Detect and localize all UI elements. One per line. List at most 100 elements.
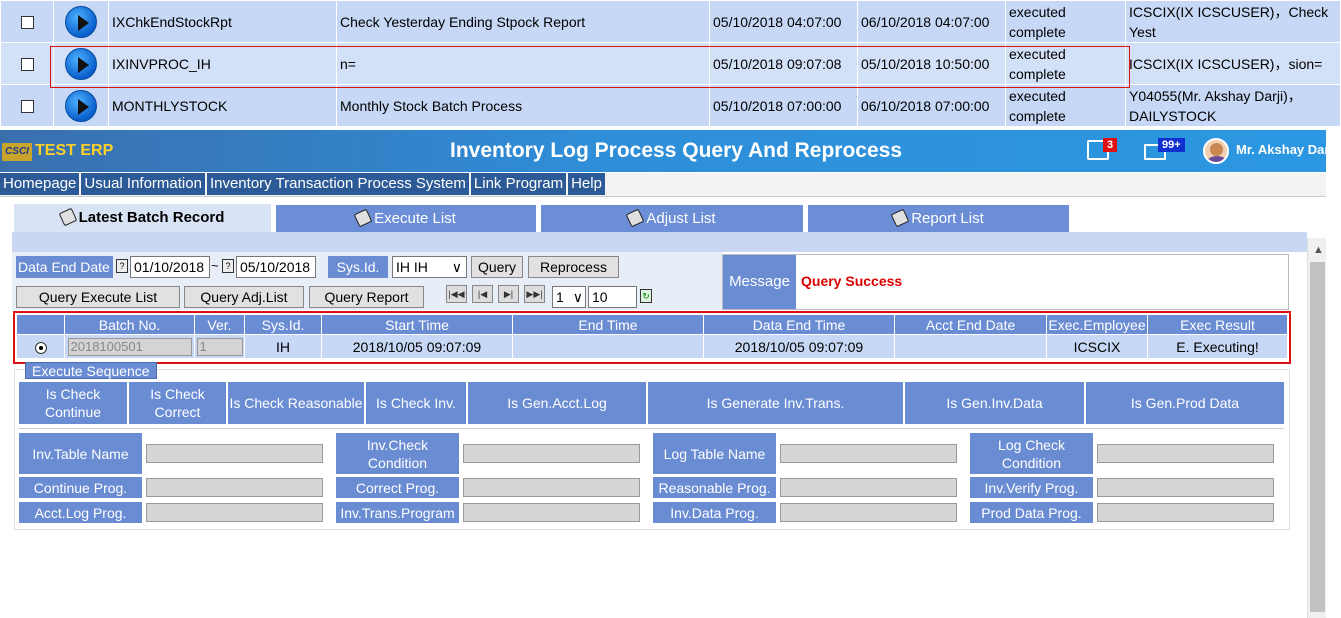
seq-header-generate-inv-trans: Is Generate Inv.Trans. — [648, 382, 903, 424]
seq-header-check-reasonable: Is Check Reasonable — [228, 382, 364, 424]
reasonable-prog-label: Reasonable Prog. — [653, 477, 776, 498]
reasonable-prog-field — [780, 478, 957, 497]
inv-table-name-field — [146, 444, 323, 463]
table-row[interactable]: 2018100501 1 IH 2018/10/05 09:07:09 2018… — [16, 334, 1288, 359]
query-report-button[interactable]: Query Report — [309, 286, 424, 308]
query-execute-list-button[interactable]: Query Execute List — [16, 286, 180, 308]
acct-log-prog-field — [146, 503, 323, 522]
log-check-condition-label: Log Check Condition — [970, 433, 1093, 474]
first-page-icon[interactable]: |◀◀ — [446, 285, 467, 303]
main-menu: Homepage Usual Information Inventory Tra… — [0, 173, 1326, 197]
correct-prog-label: Correct Prog. — [336, 477, 459, 498]
menu-usual-information[interactable]: Usual Information — [81, 173, 205, 195]
page-select[interactable]: 1 ∨ — [552, 286, 586, 308]
execute-sequence-title: Execute Sequence — [25, 362, 157, 379]
seq-header-check-continue: Is Check Continue — [19, 382, 127, 424]
continue-prog-field — [146, 478, 323, 497]
user-name[interactable]: Mr. Akshay Dar — [1236, 142, 1329, 157]
scroll-thumb[interactable] — [1310, 262, 1325, 612]
log-table-name-field — [780, 444, 957, 463]
col-header: Data End Time — [703, 314, 895, 335]
menu-inventory-transaction[interactable]: Inventory Transaction Process System — [206, 173, 469, 195]
play-icon[interactable] — [65, 47, 97, 80]
job-list-table: IXChkEndStockRpt Check Yesterday Ending … — [0, 0, 1341, 127]
end-time-cell — [512, 334, 704, 359]
job-end: 06/10/2018 04:07:00 — [857, 0, 1006, 43]
reprocess-button[interactable]: Reprocess — [528, 256, 619, 278]
menu-link-program[interactable]: Link Program — [470, 173, 567, 195]
row-radio[interactable] — [34, 341, 47, 354]
next-page-icon[interactable]: ▶| — [498, 285, 519, 303]
prev-page-icon[interactable]: |◀ — [472, 285, 493, 303]
divider — [18, 428, 1284, 429]
col-header — [16, 314, 65, 335]
query-button[interactable]: Query — [471, 256, 523, 278]
continue-prog-label: Continue Prog. — [19, 477, 142, 498]
inv-verify-prog-field — [1097, 478, 1274, 497]
col-header: End Time — [512, 314, 704, 335]
seq-header-gen-prod-data: Is Gen.Prod Data — [1086, 382, 1284, 424]
start-time-cell: 2018/10/05 09:07:09 — [321, 334, 513, 359]
row-checkbox[interactable] — [20, 100, 34, 114]
avatar[interactable] — [1203, 138, 1229, 164]
sysid-label: Sys.Id. — [328, 256, 388, 278]
sysid-select[interactable]: IH IH ∨ — [392, 256, 467, 278]
job-row[interactable]: MONTHLYSTOCK Monthly Stock Batch Process… — [0, 84, 1341, 127]
app-header: CSCI TEST ERP Inventory Log Process Quer… — [0, 130, 1329, 172]
job-desc: Monthly Stock Batch Process — [336, 84, 710, 127]
job-desc: n= — [336, 42, 710, 85]
job-row[interactable]: IXINVPROC_IH n= 05/10/2018 09:07:08 05/1… — [0, 42, 1341, 85]
notification-badge: 3 — [1103, 138, 1118, 152]
job-name: IXChkEndStockRpt — [108, 0, 337, 43]
tab-adjust-list[interactable]: Adjust List — [541, 205, 803, 233]
log-table-name-label: Log Table Name — [653, 433, 776, 474]
job-name: MONTHLYSTOCK — [108, 84, 337, 127]
scroll-up-icon[interactable]: ▲ — [1313, 244, 1324, 256]
date-from-input[interactable]: 01/10/2018 — [130, 256, 210, 278]
chevron-down-icon: ∨ — [572, 289, 583, 305]
log-check-condition-field — [1097, 444, 1274, 463]
company-logo: CSCI — [2, 143, 32, 161]
inv-data-prog-field — [780, 503, 957, 522]
tab-report-list[interactable]: Report List — [808, 205, 1069, 233]
refresh-icon[interactable]: ↻ — [640, 289, 652, 303]
tab-label: Report List — [911, 210, 984, 227]
job-status: executed complete — [1005, 42, 1126, 85]
play-icon[interactable] — [65, 5, 97, 38]
tab-icon — [626, 208, 645, 228]
message-badge: 99+ — [1158, 138, 1185, 152]
calendar-icon[interactable]: ? — [116, 259, 128, 273]
tab-latest-batch-record[interactable]: Latest Batch Record — [14, 204, 271, 234]
col-header: Start Time — [321, 314, 513, 335]
calendar-icon[interactable]: ? — [222, 259, 234, 273]
job-user: ICSCIX(IX ICSCUSER)，Check Yest — [1125, 0, 1341, 43]
vertical-scrollbar[interactable]: ▲ — [1307, 238, 1326, 618]
tab-strip — [12, 232, 1307, 252]
job-end: 05/10/2018 10:50:00 — [857, 42, 1006, 85]
last-page-icon[interactable]: ▶▶| — [524, 285, 545, 303]
tab-execute-list[interactable]: Execute List — [276, 205, 536, 233]
version-field: 1 — [196, 337, 243, 356]
data-end-time-cell: 2018/10/05 09:07:09 — [703, 334, 895, 359]
seq-header-check-inv: Is Check Inv. — [366, 382, 466, 424]
query-adj-list-button[interactable]: Query Adj.List — [184, 286, 304, 308]
message-text: Query Success — [801, 273, 903, 289]
page-value: 1 — [556, 289, 564, 305]
seq-header-gen-inv-data: Is Gen.Inv.Data — [905, 382, 1084, 424]
play-icon[interactable] — [65, 89, 97, 122]
inv-trans-program-field — [463, 503, 640, 522]
row-checkbox[interactable] — [20, 16, 34, 30]
job-row[interactable]: IXChkEndStockRpt Check Yesterday Ending … — [0, 0, 1341, 43]
batch-no-field: 2018100501 — [67, 337, 192, 356]
row-checkbox[interactable] — [20, 58, 34, 72]
inv-trans-program-label: Inv.Trans.Program — [336, 502, 459, 523]
page-size-input[interactable]: 10 — [588, 286, 637, 308]
menu-homepage[interactable]: Homepage — [0, 173, 80, 195]
chevron-down-icon: ∨ — [451, 259, 462, 275]
sysid-value: IH IH — [396, 259, 428, 275]
inv-table-name-label: Inv.Table Name — [19, 433, 142, 474]
prod-data-prog-field — [1097, 503, 1274, 522]
message-label: Message — [723, 255, 796, 309]
date-to-input[interactable]: 05/10/2018 — [236, 256, 316, 278]
menu-help[interactable]: Help — [568, 173, 605, 195]
